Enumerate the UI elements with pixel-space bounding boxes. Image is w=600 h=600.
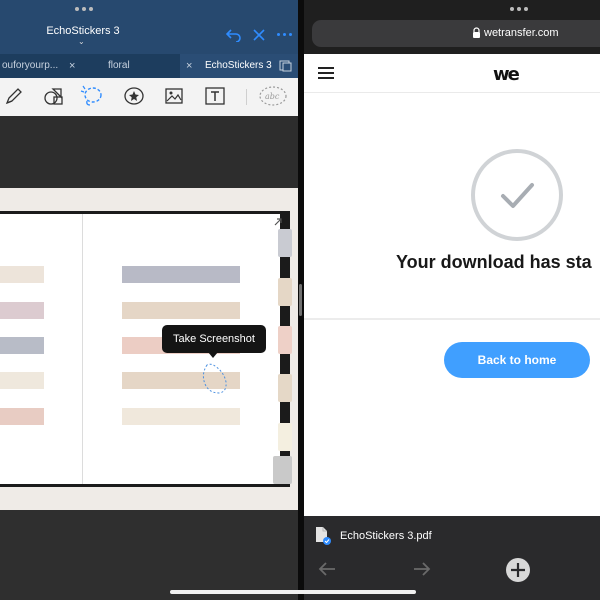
canvas-background <box>0 116 298 188</box>
notebook-spine <box>82 214 83 484</box>
tab-floral[interactable]: floral <box>108 54 130 78</box>
new-tab-plus-icon[interactable] <box>505 557 531 583</box>
close-icon[interactable] <box>252 28 266 42</box>
back-to-home-button[interactable]: Back to home <box>444 342 590 378</box>
right-multitask-dots[interactable] <box>510 7 528 11</box>
tab-close-icon[interactable]: × <box>69 54 75 78</box>
pdf-file-icon[interactable] <box>314 526 332 546</box>
undo-icon[interactable] <box>226 28 242 42</box>
index-tab[interactable] <box>278 278 292 306</box>
wetransfer-logo[interactable]: we <box>493 64 529 85</box>
sticker-bar[interactable] <box>0 372 44 389</box>
title-chevron-icon[interactable]: ⌄ <box>78 37 85 46</box>
checkmark-icon <box>471 149 563 241</box>
canvas-bottom <box>0 510 298 600</box>
download-heading: Your download has sta <box>396 252 592 272</box>
lasso-icon[interactable] <box>80 85 104 107</box>
take-screenshot-tooltip[interactable]: Take Screenshot <box>162 325 266 353</box>
sticker-bar[interactable] <box>0 302 44 319</box>
sticker-bar[interactable] <box>0 337 44 354</box>
text-icon[interactable] <box>203 85 227 107</box>
sticker-icon[interactable] <box>122 85 146 107</box>
tooltip-tail <box>208 352 218 358</box>
pen-icon[interactable] <box>2 85 26 107</box>
more-icon[interactable] <box>277 33 292 36</box>
lasso-selection[interactable] <box>199 362 229 396</box>
sticker-bar[interactable] <box>122 302 240 319</box>
left-multitask-dots[interactable] <box>75 7 93 11</box>
tab-ouforyourp[interactable]: ouforyourp... <box>2 54 58 78</box>
sticker-bar[interactable] <box>0 266 44 283</box>
document-tab-bar: ouforyourp... × floral × EchoStickers 3 <box>0 54 298 78</box>
sticker-bar[interactable] <box>122 266 240 283</box>
forward-arrow-icon[interactable] <box>412 561 432 577</box>
lock-icon <box>473 27 480 38</box>
index-tab[interactable] <box>278 326 292 354</box>
back-arrow-icon[interactable] <box>317 561 337 577</box>
image-icon[interactable] <box>162 85 186 107</box>
svg-text:abc: abc <box>265 92 280 101</box>
toolbar-separator <box>246 89 247 105</box>
shapes-icon[interactable] <box>42 85 66 107</box>
menu-icon[interactable] <box>318 67 334 79</box>
content-divider <box>304 318 600 320</box>
tab-close-icon[interactable]: × <box>186 54 192 78</box>
sticker-bar[interactable] <box>0 408 44 425</box>
document-title[interactable]: EchoStickers 3 <box>0 25 166 37</box>
expand-icon[interactable] <box>272 216 284 228</box>
sticker-bar[interactable] <box>122 408 240 425</box>
index-tab[interactable] <box>278 229 292 257</box>
web-content <box>304 54 600 516</box>
index-tab[interactable] <box>278 374 292 402</box>
tab-echostickers[interactable]: EchoStickers 3 <box>205 54 272 78</box>
index-tab[interactable] <box>278 423 292 451</box>
tab-overview-icon[interactable] <box>279 60 292 72</box>
download-filename[interactable]: EchoStickers 3.pdf <box>340 530 432 542</box>
index-tab[interactable] <box>273 456 292 484</box>
url-text[interactable]: wetransfer.com <box>484 27 559 39</box>
home-indicator[interactable] <box>170 590 416 594</box>
header-divider <box>304 92 600 93</box>
split-view-handle[interactable] <box>299 284 302 316</box>
handwriting-text-icon[interactable]: abc <box>258 85 288 107</box>
